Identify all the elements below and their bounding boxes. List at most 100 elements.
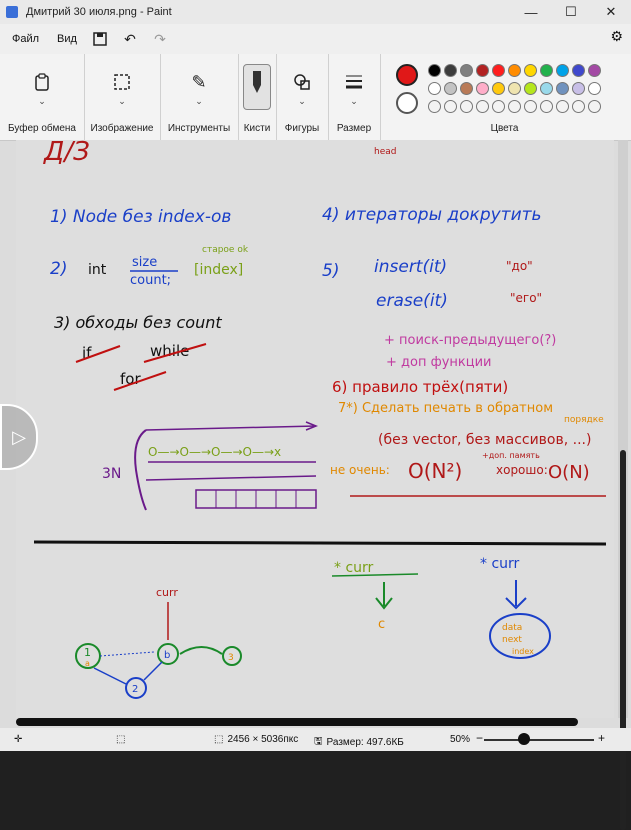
secondary-color-swatch[interactable] bbox=[396, 92, 418, 114]
note-3n: 3N bbox=[102, 466, 121, 482]
palette-swatch[interactable] bbox=[508, 64, 521, 77]
zoom-slider-thumb[interactable] bbox=[518, 733, 530, 745]
minimize-button[interactable]: — bbox=[511, 0, 551, 24]
custom-color-slot[interactable] bbox=[444, 100, 457, 113]
colors-group: Цвета bbox=[392, 54, 617, 140]
paint-window: Дмитрий 30 июля.png - Paint — ☐ ✕ Файл В… bbox=[0, 0, 631, 830]
note-item5-plus1: + поиск-предыдущего(?) bbox=[384, 333, 556, 348]
note-item3: 3) обходы без count bbox=[54, 313, 222, 332]
primary-color-swatch[interactable] bbox=[396, 64, 418, 86]
note-curr1-c: c bbox=[378, 617, 385, 632]
note-item5-num: 5) bbox=[322, 261, 339, 281]
custom-color-slot[interactable] bbox=[524, 100, 537, 113]
status-bar: ✛ ⬚ ⬚ 2456 × 5036пкс 🖫 Размер: 497.6КБ 5… bbox=[0, 728, 631, 751]
custom-color-slot[interactable] bbox=[508, 100, 521, 113]
group-label: Кисти bbox=[243, 123, 271, 134]
vertical-scroll-thumb[interactable] bbox=[620, 450, 626, 830]
colors-label: Цвета bbox=[490, 123, 519, 134]
palette-swatch[interactable] bbox=[540, 64, 553, 77]
note-item5-plus2: + доп функции bbox=[386, 355, 492, 370]
title-bar: Дмитрий 30 июля.png - Paint — ☐ ✕ bbox=[0, 0, 631, 24]
menu-view[interactable]: Вид bbox=[57, 33, 77, 45]
group-label: Размер bbox=[336, 123, 372, 134]
note-item2-index: [index] bbox=[194, 262, 243, 278]
file-size: Размер: 497.6КБ bbox=[326, 737, 404, 748]
palette-swatch[interactable] bbox=[588, 64, 601, 77]
note-item7-a: 7*) Сделать печать в обратном bbox=[338, 401, 553, 416]
note-list-chain: O—→O—→O—→O—→x bbox=[148, 445, 281, 459]
palette-swatch[interactable] bbox=[428, 64, 441, 77]
custom-color-slot[interactable] bbox=[492, 100, 505, 113]
palette-swatch[interactable] bbox=[588, 82, 601, 95]
palette-swatch[interactable] bbox=[556, 64, 569, 77]
undo-icon[interactable]: ↶ bbox=[117, 28, 143, 50]
note-nodeb: b bbox=[164, 650, 170, 661]
palette-swatch[interactable] bbox=[476, 64, 489, 77]
close-button[interactable]: ✕ bbox=[591, 0, 631, 24]
note-head: head bbox=[374, 147, 396, 157]
custom-color-slot[interactable] bbox=[556, 100, 569, 113]
palette-swatch[interactable] bbox=[524, 64, 537, 77]
custom-color-slot[interactable] bbox=[460, 100, 473, 113]
note-good-label: хорошо: bbox=[496, 463, 548, 477]
zoom-slider[interactable] bbox=[484, 739, 594, 741]
palette-swatch[interactable] bbox=[444, 82, 457, 95]
tools-icon: ✎ bbox=[191, 71, 207, 92]
dimensions-item: ⬚ 2456 × 5036пкс bbox=[214, 734, 298, 745]
drawing-canvas[interactable]: Д/З head 1) Node без index-ов 2) int siz… bbox=[16, 140, 614, 718]
custom-color-slot[interactable] bbox=[588, 100, 601, 113]
selection-size-icon: ⬚ bbox=[116, 734, 126, 745]
palette-swatch[interactable] bbox=[556, 82, 569, 95]
group-size[interactable]: ⌄ Размер bbox=[328, 54, 381, 140]
note-item5-erase-note: "его" bbox=[510, 291, 542, 305]
note-item1: 1) Node без index-ов bbox=[50, 207, 231, 227]
group-brushes[interactable]: Кисти bbox=[238, 54, 277, 140]
note-title: Д/З bbox=[43, 140, 90, 167]
palette-swatch[interactable] bbox=[460, 82, 473, 95]
vertical-scrollbar[interactable] bbox=[618, 140, 628, 830]
note-node1-sub: a bbox=[85, 659, 90, 668]
custom-color-slot[interactable] bbox=[540, 100, 553, 113]
maximize-button[interactable]: ☐ bbox=[551, 0, 591, 24]
palette-swatch[interactable] bbox=[508, 82, 521, 95]
palette-swatch[interactable] bbox=[428, 82, 441, 95]
image-select-icon bbox=[110, 70, 134, 94]
note-curr2: * curr bbox=[480, 556, 520, 572]
palette-swatch[interactable] bbox=[492, 64, 505, 77]
palette-swatch[interactable] bbox=[444, 64, 457, 77]
zoom-in-icon[interactable]: + bbox=[598, 731, 605, 745]
custom-color-slot[interactable] bbox=[428, 100, 441, 113]
note-node-curr: curr bbox=[156, 586, 178, 599]
group-image[interactable]: ⌄ Изображение bbox=[84, 54, 161, 140]
chevron-down-icon: ⌄ bbox=[298, 96, 306, 106]
settings-icon[interactable]: ⚙ bbox=[610, 28, 623, 45]
custom-color-slot[interactable] bbox=[572, 100, 585, 113]
zoom-level[interactable]: 50% bbox=[450, 734, 470, 745]
palette-swatch[interactable] bbox=[476, 82, 489, 95]
size-icon bbox=[342, 70, 366, 94]
group-tools[interactable]: ✎ ⌄ Инструменты bbox=[160, 54, 239, 140]
group-shapes[interactable]: ⌄ Фигуры bbox=[276, 54, 329, 140]
note-item3-for: for bbox=[120, 370, 141, 388]
note-curr1: * curr bbox=[334, 560, 374, 576]
chevron-down-icon: ⌄ bbox=[195, 96, 203, 106]
zoom-out-icon[interactable]: − bbox=[476, 731, 483, 745]
group-clipboard[interactable]: ⌄ Буфер обмена bbox=[0, 54, 85, 140]
palette-swatch[interactable] bbox=[540, 82, 553, 95]
palette-swatch[interactable] bbox=[524, 82, 537, 95]
palette-swatch[interactable] bbox=[492, 82, 505, 95]
palette-swatch[interactable] bbox=[572, 82, 585, 95]
custom-color-slot[interactable] bbox=[476, 100, 489, 113]
horizontal-scrollbar[interactable] bbox=[16, 718, 578, 726]
menu-file[interactable]: Файл bbox=[12, 33, 39, 45]
note-node3: 3 bbox=[228, 653, 234, 663]
palette-swatch[interactable] bbox=[572, 64, 585, 77]
group-label: Изображение bbox=[90, 123, 154, 134]
note-item7-c: (без vector, без массивов, ...) bbox=[378, 432, 591, 448]
cursor-position-icon: ✛ bbox=[14, 734, 23, 745]
note-item6: 6) правило трёх(пяти) bbox=[332, 378, 508, 396]
palette-swatch[interactable] bbox=[460, 64, 473, 77]
redo-icon[interactable]: ↷ bbox=[147, 28, 173, 50]
ribbon: ⌄ Буфер обмена ⌄ Изображение ✎ ⌄ Инструм… bbox=[0, 54, 631, 141]
save-icon[interactable] bbox=[87, 28, 113, 50]
